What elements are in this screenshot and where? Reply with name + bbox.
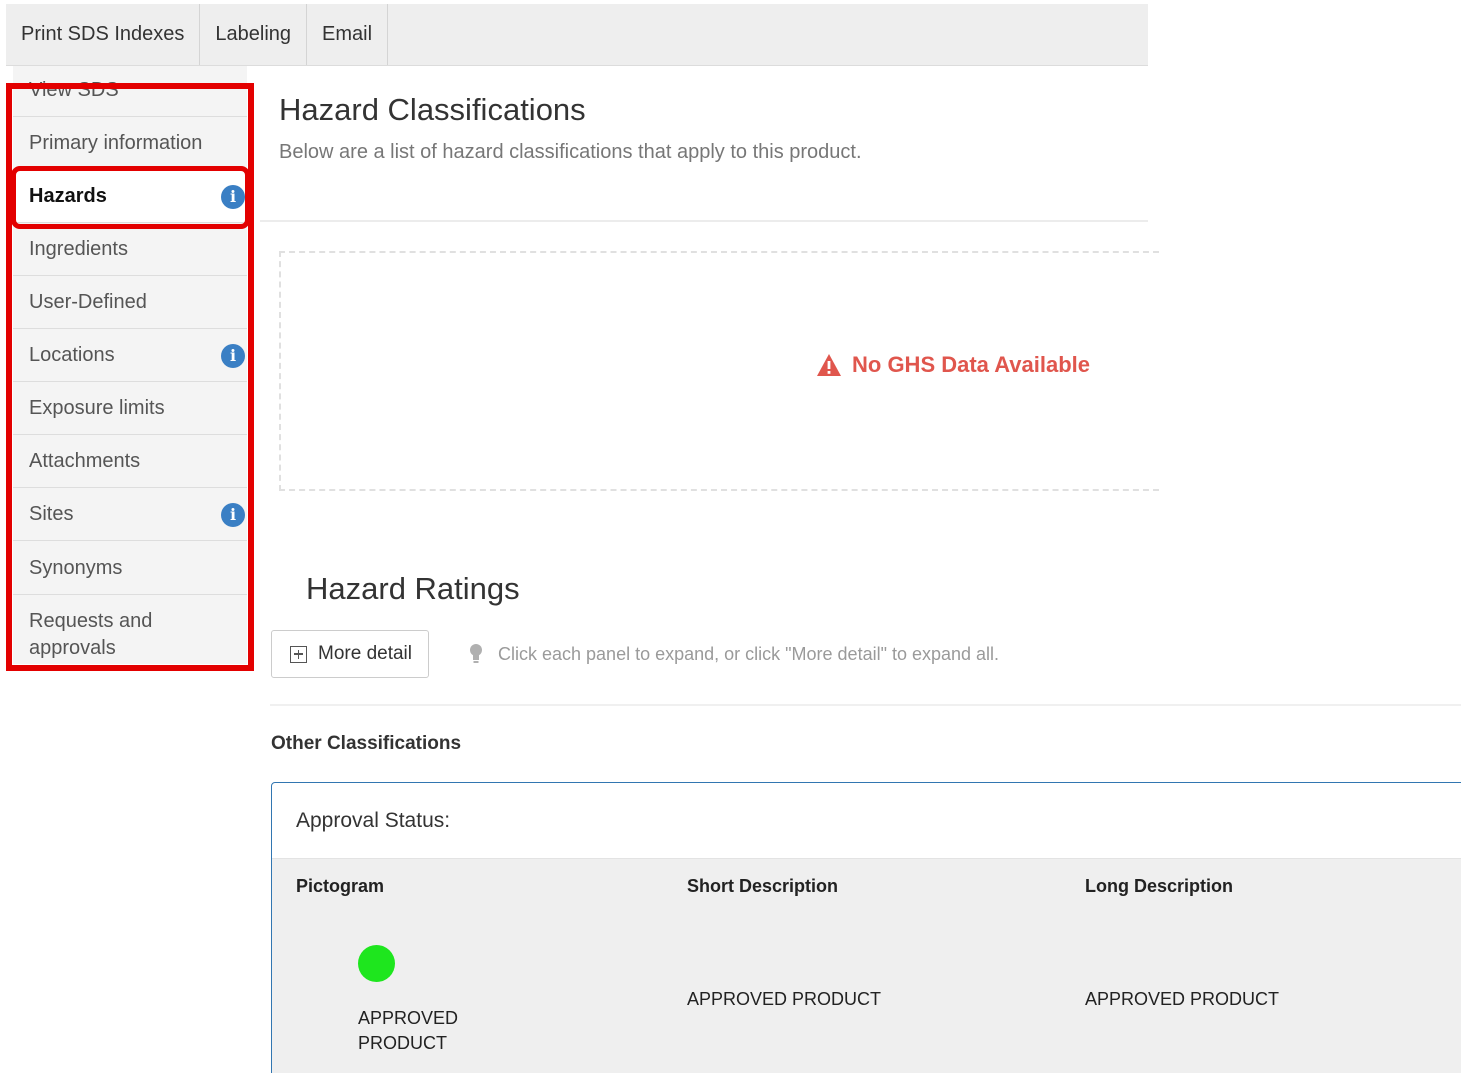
approval-status-label: Approval Status: <box>296 808 451 832</box>
column-header-long-description: Long Description <box>1085 876 1233 896</box>
page-title: Hazard Classifications <box>279 92 586 127</box>
tab-email[interactable]: Email <box>307 4 389 65</box>
sidebar-item-primary-information[interactable]: Primary information <box>13 118 247 170</box>
status-dot-icon <box>358 945 395 982</box>
no-ghs-data-message: No GHS Data Available <box>816 352 1090 378</box>
sidebar-item-attachments[interactable]: Attachments <box>13 436 247 488</box>
lightbulb-icon <box>470 644 482 663</box>
more-detail-button[interactable]: More detail <box>271 630 429 678</box>
plus-square-icon <box>290 645 307 663</box>
sidebar-item-synonyms[interactable]: Synonyms <box>13 543 247 595</box>
sidebar-item-label: User-Defined <box>29 291 147 313</box>
sidebar-item-locations[interactable]: Locations i <box>13 330 247 382</box>
column-header-short-description: Short Description <box>687 876 839 896</box>
no-ghs-data-text: No GHS Data Available <box>852 352 1090 377</box>
divider <box>270 704 1461 706</box>
info-icon[interactable]: i <box>221 184 245 209</box>
pictogram-label-line: APPROVED <box>358 1008 459 1028</box>
sidebar-item-label: Ingredients <box>29 238 128 260</box>
sidebar-item-view-sds[interactable]: View SDS <box>13 66 247 117</box>
long-description-cell: APPROVED PRODUCT <box>1085 989 1280 1009</box>
sidebar-item-label: Exposure limits <box>29 397 165 419</box>
sidebar-nav: View SDS Primary information Hazards i I… <box>13 66 247 664</box>
page-subtitle: Below are a list of hazard classificatio… <box>279 141 862 163</box>
info-icon[interactable]: i <box>221 502 245 527</box>
sidebar-item-ingredients[interactable]: Ingredients <box>13 224 247 276</box>
warning-icon <box>817 354 841 376</box>
pictogram-label-line: PRODUCT <box>358 1033 447 1053</box>
expand-hint-text: Click each panel to expand, or click "Mo… <box>498 643 1000 664</box>
sidebar-item-requests-and-approvals[interactable]: Requests and approvals <box>13 596 247 664</box>
panel-heading[interactable]: Approval Status: <box>272 783 1461 859</box>
sidebar-item-label: Primary information <box>29 132 203 154</box>
hazard-ratings-title: Hazard Ratings <box>306 571 520 606</box>
sidebar-item-label: Requests and approvals <box>29 610 153 659</box>
sidebar-item-label: Locations <box>29 344 115 366</box>
divider <box>260 220 1148 222</box>
more-detail-label: More detail <box>318 643 412 664</box>
expand-hint: Click each panel to expand, or click "Mo… <box>468 643 999 665</box>
tab-print-sds-indexes[interactable]: Print SDS Indexes <box>6 4 201 65</box>
sidebar-item-user-defined[interactable]: User-Defined <box>13 277 247 329</box>
sidebar-item-label: Attachments <box>29 450 141 472</box>
sidebar-item-label: Sites <box>29 503 74 525</box>
tab-labeling[interactable]: Labeling <box>200 4 308 65</box>
short-description-cell: APPROVED PRODUCT <box>687 989 882 1009</box>
sidebar-item-label: Synonyms <box>29 557 123 579</box>
other-classifications-title: Other Classifications <box>271 733 462 754</box>
column-header-pictogram: Pictogram <box>296 876 385 896</box>
info-icon[interactable]: i <box>221 343 245 368</box>
pictogram-label: APPROVED PRODUCT <box>358 1006 458 1056</box>
sidebar-item-hazards[interactable]: Hazards i <box>13 171 247 223</box>
sidebar-item-label: Hazards <box>29 185 107 207</box>
top-tab-bar: Print SDS Indexes Labeling Email <box>6 4 1148 66</box>
sidebar-item-label: View SDS <box>29 79 119 101</box>
sidebar-item-exposure-limits[interactable]: Exposure limits <box>13 383 247 435</box>
sidebar-item-sites[interactable]: Sites i <box>13 489 247 541</box>
